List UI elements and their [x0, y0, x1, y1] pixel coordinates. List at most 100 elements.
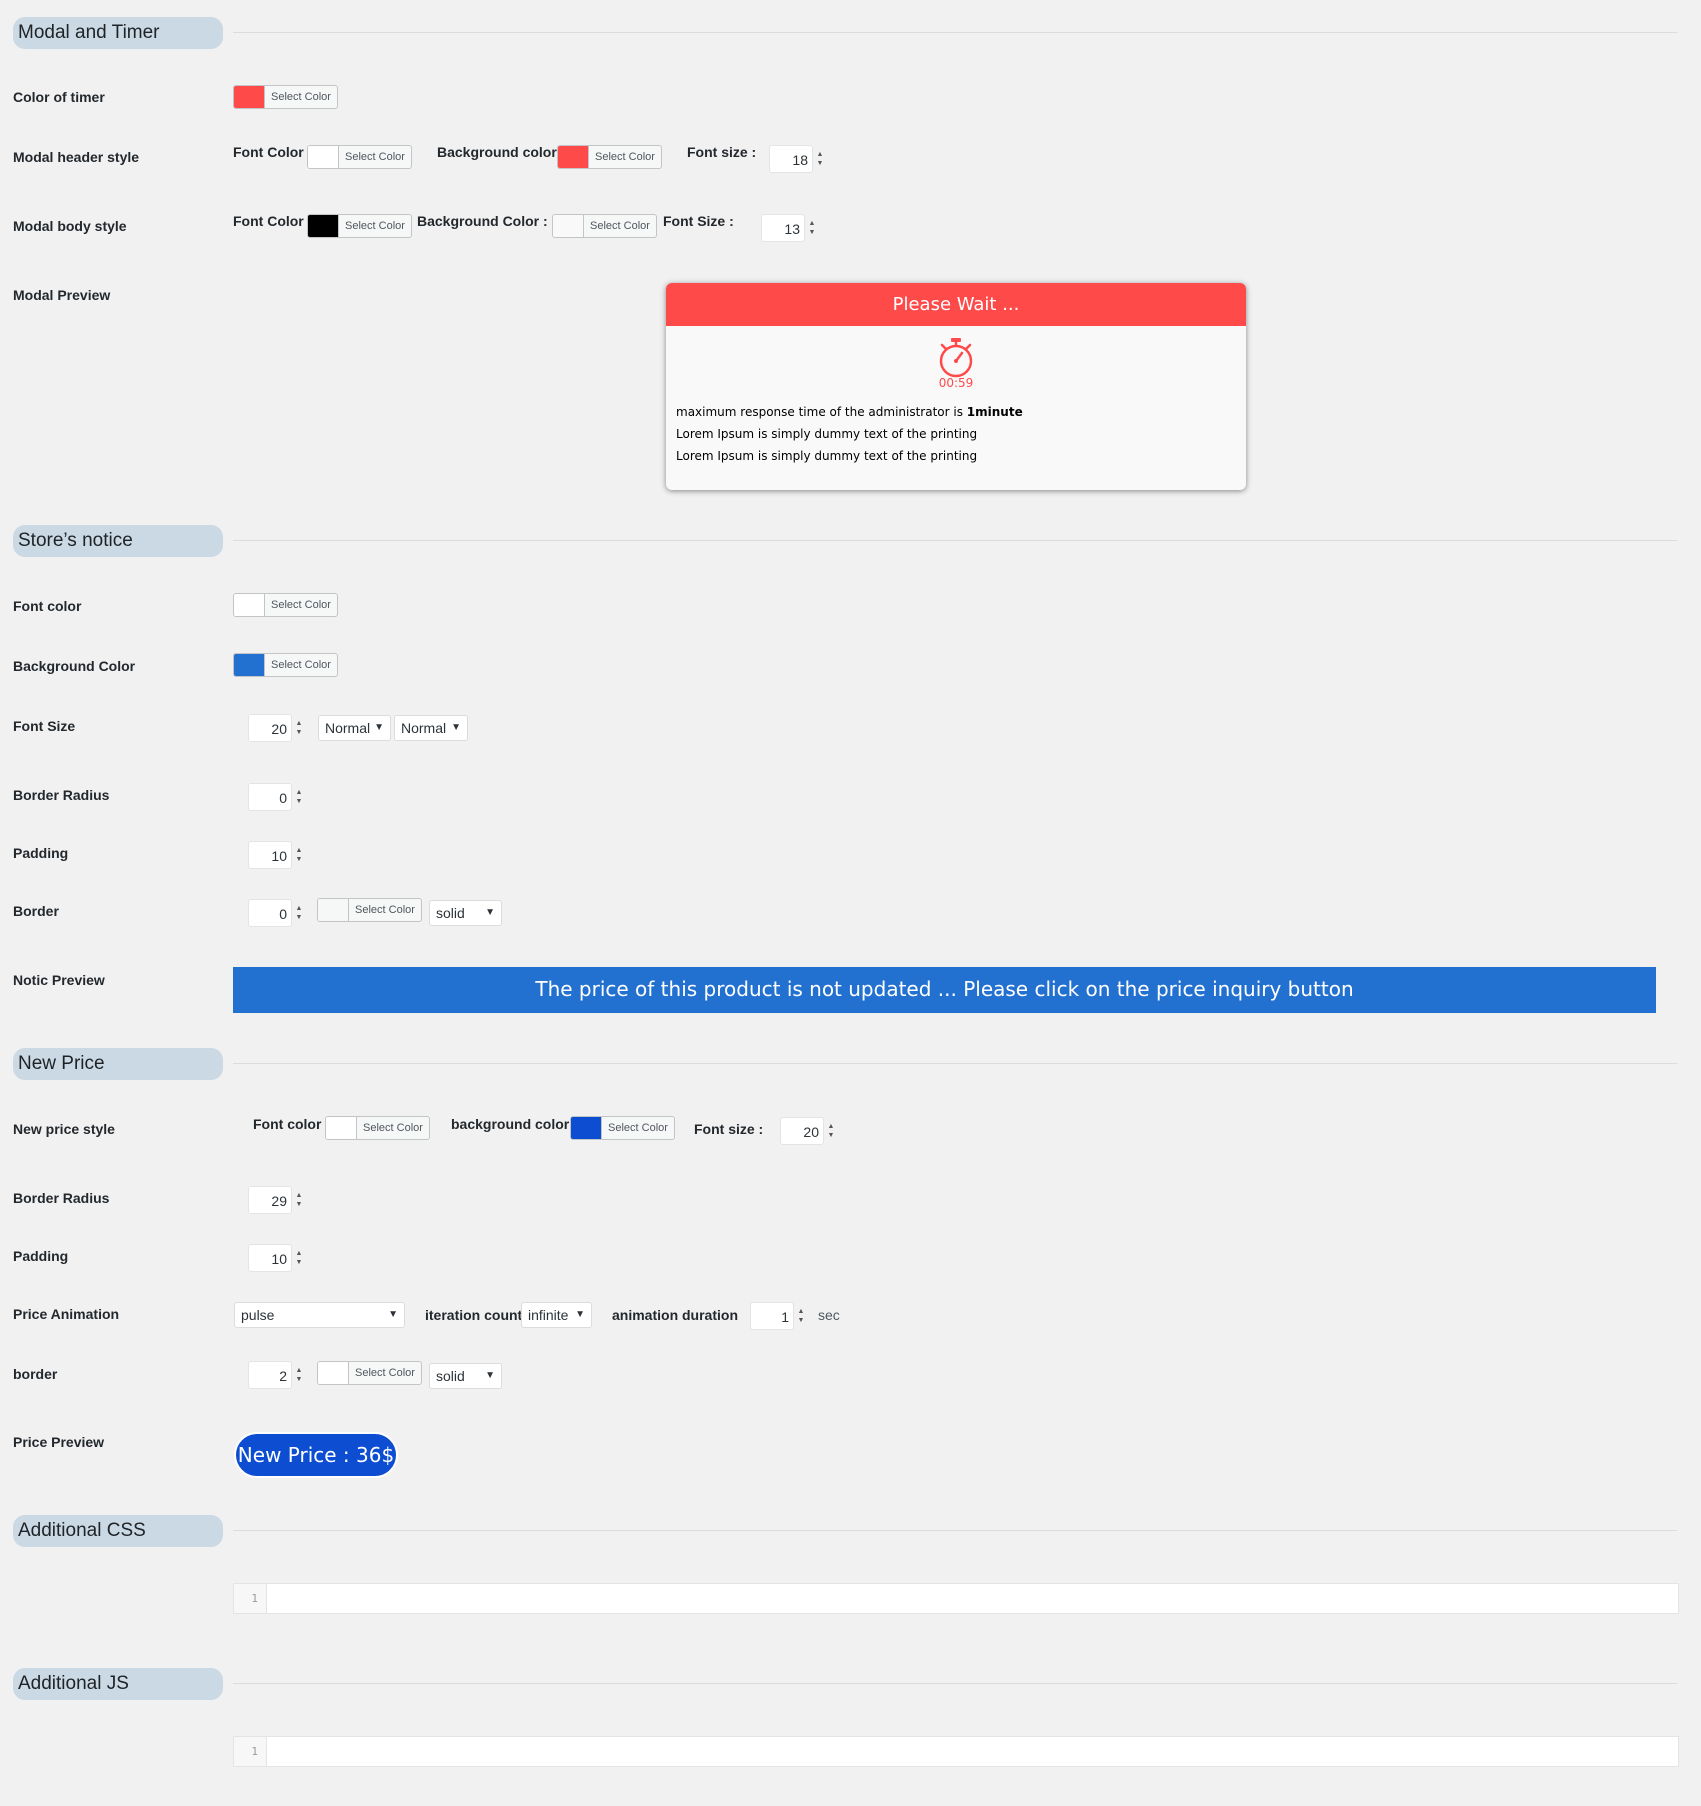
select-value: solid: [436, 905, 465, 921]
notice-border-style-select[interactable]: solid ▼: [429, 900, 502, 926]
notice-padding-label: Padding: [13, 845, 69, 861]
spinner-arrows[interactable]: ▲ ▼: [293, 899, 305, 927]
section-divider: [233, 1683, 1677, 1684]
caret-down-icon: ▼: [575, 1309, 585, 1320]
notice-border-color-picker[interactable]: Select Color: [317, 898, 422, 922]
number-value[interactable]: 2: [248, 1361, 292, 1389]
price-border-color-picker[interactable]: Select Color: [317, 1361, 422, 1385]
number-value[interactable]: 0: [248, 899, 292, 927]
notice-font-size-label: Font Size: [13, 718, 76, 734]
body-font-size-label: Font Size :: [663, 213, 734, 229]
price-border-style-select[interactable]: solid ▼: [429, 1363, 502, 1389]
number-value[interactable]: 10: [248, 1244, 292, 1272]
number-value[interactable]: 10: [248, 841, 292, 869]
section-title-additional-css: Additional CSS: [13, 1515, 223, 1547]
price-border-radius-label: Border Radius: [13, 1190, 110, 1206]
select-value: solid: [436, 1368, 465, 1384]
section-divider: [233, 540, 1677, 541]
price-font-size-input[interactable]: 20 ▲ ▼: [780, 1117, 837, 1145]
body-font-color-picker[interactable]: Select Color: [307, 214, 412, 238]
spinner-arrows[interactable]: ▲ ▼: [293, 1186, 305, 1214]
notice-font-color-label: Font color: [13, 598, 82, 614]
caret-down-icon: ▼: [374, 722, 384, 733]
color-swatch: [571, 1117, 602, 1139]
new-price-style-label: New price style: [13, 1121, 115, 1137]
color-of-timer-label: Color of timer: [13, 89, 105, 105]
select-color-label: Select Color: [608, 1122, 668, 1134]
color-swatch: [553, 215, 584, 237]
section-title-additional-js: Additional JS: [13, 1668, 223, 1700]
price-padding-input[interactable]: 10 ▲ ▼: [248, 1244, 305, 1272]
number-value[interactable]: 20: [248, 714, 292, 742]
header-bg-color-picker[interactable]: Select Color: [557, 145, 662, 169]
number-value[interactable]: 13: [761, 214, 805, 242]
css-code-editor[interactable]: 1: [233, 1583, 1679, 1614]
body-font-size-input[interactable]: 13 ▲ ▼: [761, 214, 818, 242]
spinner-arrows[interactable]: ▲ ▼: [806, 214, 818, 242]
price-border-label: border: [13, 1366, 58, 1382]
animation-duration-input[interactable]: 1 ▲ ▼: [750, 1302, 807, 1330]
notice-font-style-select[interactable]: Normal ▼: [394, 715, 468, 741]
color-swatch: [318, 899, 349, 921]
select-color-label: Select Color: [355, 1367, 415, 1379]
notice-border-radius-label: Border Radius: [13, 787, 110, 803]
notice-border-radius-input[interactable]: 0 ▲ ▼: [248, 783, 305, 811]
js-code-editor[interactable]: 1: [233, 1736, 1679, 1767]
select-color-label: Select Color: [271, 659, 331, 671]
notice-font-size-input[interactable]: 20 ▲ ▼: [248, 714, 305, 742]
stopwatch-icon: [939, 338, 973, 378]
notice-preview-label: Notic Preview: [13, 972, 105, 988]
iteration-count-label: iteration count: [425, 1307, 523, 1323]
notice-bg-color-picker[interactable]: Select Color: [233, 653, 338, 677]
spinner-arrows[interactable]: ▲ ▼: [814, 145, 826, 173]
spinner-arrows[interactable]: ▲ ▼: [293, 1244, 305, 1272]
modal-body-style-label: Modal body style: [13, 218, 127, 234]
header-bg-color-label: Background color :: [437, 144, 566, 160]
section-title-modal-timer: Modal and Timer: [13, 17, 223, 49]
body-font-color-label: Font Color :: [233, 213, 313, 229]
notice-font-color-picker[interactable]: Select Color: [233, 593, 338, 617]
select-color-label: Select Color: [595, 151, 655, 163]
body-bg-color-picker[interactable]: Select Color: [552, 214, 657, 238]
notice-font-weight-select[interactable]: Normal ▼: [318, 715, 391, 741]
modal-body-line-2: Lorem Ipsum is simply dummy text of the …: [676, 427, 978, 441]
price-font-color-picker[interactable]: Select Color: [325, 1116, 430, 1140]
modal-line-text: maximum response time of the administrat…: [676, 405, 967, 419]
body-bg-color-label: Background Color :: [417, 213, 548, 229]
spinner-arrows[interactable]: ▲ ▼: [293, 783, 305, 811]
header-font-size-input[interactable]: 18 ▲ ▼: [769, 145, 826, 173]
notice-padding-input[interactable]: 10 ▲ ▼: [248, 841, 305, 869]
number-value[interactable]: 1: [750, 1302, 794, 1330]
color-swatch: [308, 146, 339, 168]
spinner-arrows[interactable]: ▲ ▼: [293, 841, 305, 869]
modal-preview: Please Wait ... 00:59 maximum response t…: [666, 283, 1246, 490]
notice-border-width-input[interactable]: 0 ▲ ▼: [248, 899, 305, 927]
select-color-label: Select Color: [363, 1122, 423, 1134]
header-font-color-label: Font Color :: [233, 144, 313, 160]
section-title-store-notice: Store’s notice: [13, 525, 223, 557]
header-font-color-picker[interactable]: Select Color: [307, 145, 412, 169]
spinner-arrows[interactable]: ▲ ▼: [795, 1302, 807, 1330]
price-border-radius-input[interactable]: 29 ▲ ▼: [248, 1186, 305, 1214]
spinner-arrows[interactable]: ▲ ▼: [293, 1361, 305, 1389]
number-value[interactable]: 0: [248, 783, 292, 811]
select-color-label: Select Color: [590, 220, 650, 232]
price-bg-color-picker[interactable]: Select Color: [570, 1116, 675, 1140]
number-value[interactable]: 20: [780, 1117, 824, 1145]
modal-body-line-3: Lorem Ipsum is simply dummy text of the …: [676, 449, 978, 463]
timer-color-picker[interactable]: Select Color: [233, 85, 338, 109]
price-animation-select[interactable]: pulse ▼: [234, 1302, 405, 1328]
section-divider: [233, 32, 1677, 33]
duration-unit-label: sec: [818, 1307, 840, 1323]
price-border-width-input[interactable]: 2 ▲ ▼: [248, 1361, 305, 1389]
iteration-count-select[interactable]: infinite ▼: [521, 1302, 592, 1328]
select-color-label: Select Color: [345, 220, 405, 232]
select-value: infinite: [528, 1307, 569, 1323]
spinner-arrows[interactable]: ▲ ▼: [825, 1117, 837, 1145]
section-divider: [233, 1530, 1677, 1531]
spinner-arrows[interactable]: ▲ ▼: [293, 714, 305, 742]
price-font-color-label: Font color :: [253, 1116, 330, 1132]
number-value[interactable]: 18: [769, 145, 813, 173]
color-swatch: [234, 654, 265, 676]
number-value[interactable]: 29: [248, 1186, 292, 1214]
